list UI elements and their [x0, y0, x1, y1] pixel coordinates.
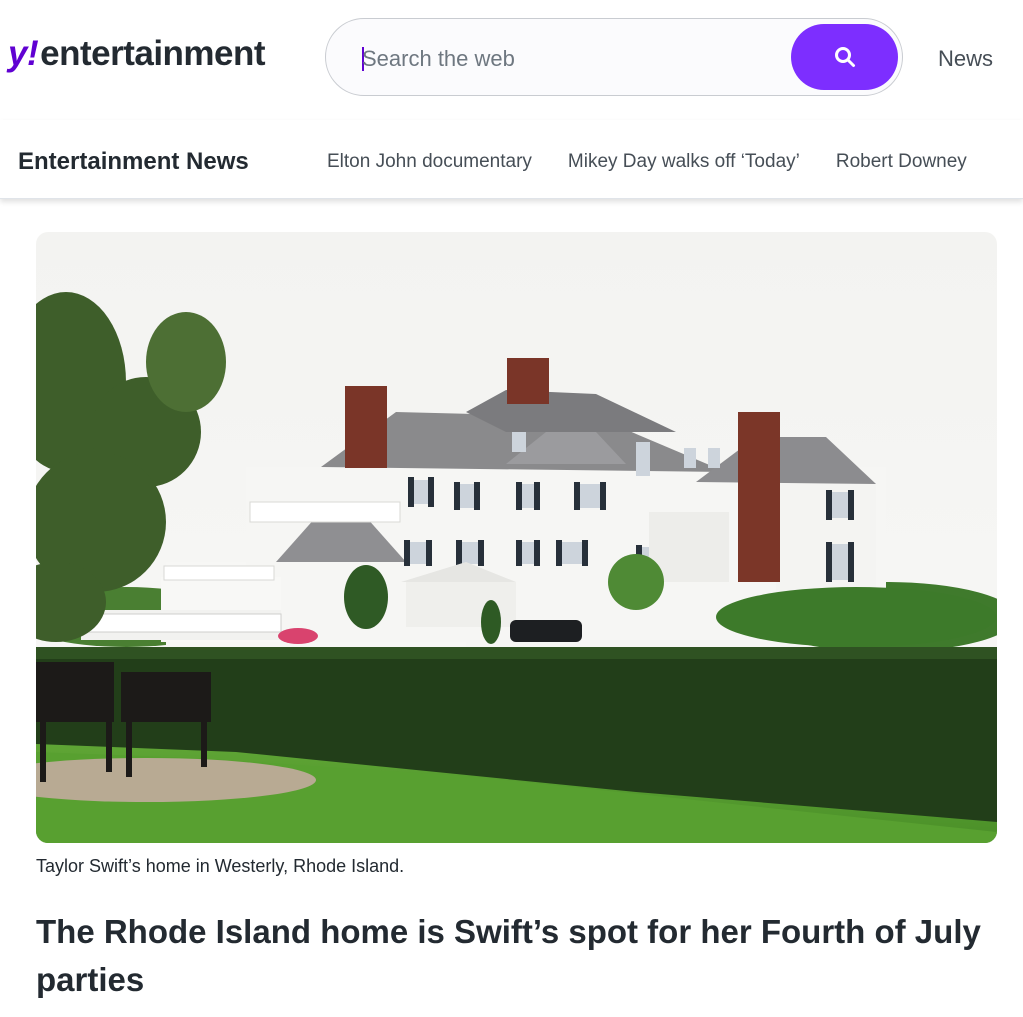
- image-caption: Taylor Swift’s home in Westerly, Rhode I…: [36, 856, 405, 876]
- yahoo-entertainment-logo[interactable]: y!entertainment: [8, 34, 266, 74]
- logo-y: y: [8, 34, 27, 73]
- article-image: [36, 232, 997, 843]
- section-title[interactable]: Entertainment News: [18, 148, 249, 176]
- logo-bang: !: [26, 34, 39, 73]
- nav-item-elton-john[interactable]: Elton John documentary: [327, 151, 532, 173]
- news-link[interactable]: News: [938, 46, 993, 72]
- trending-links: Elton John documentary Mikey Day walks o…: [327, 151, 967, 173]
- search-button[interactable]: [791, 24, 898, 90]
- logo-word: entertainment: [40, 34, 266, 73]
- search-bar: [325, 18, 903, 96]
- search-input[interactable]: [360, 39, 784, 79]
- section-nav: Entertainment News Elton John documentar…: [0, 120, 1023, 199]
- nav-item-mikey-day[interactable]: Mikey Day walks off ‘Today’: [568, 151, 800, 173]
- top-bar: y!entertainment News: [0, 0, 1023, 120]
- article-headline: The Rhode Island home is Swift’s spot fo…: [36, 913, 981, 998]
- search-icon: [834, 47, 855, 67]
- mansion-photo: [36, 232, 997, 843]
- nav-item-robert-downey[interactable]: Robert Downey: [836, 151, 967, 173]
